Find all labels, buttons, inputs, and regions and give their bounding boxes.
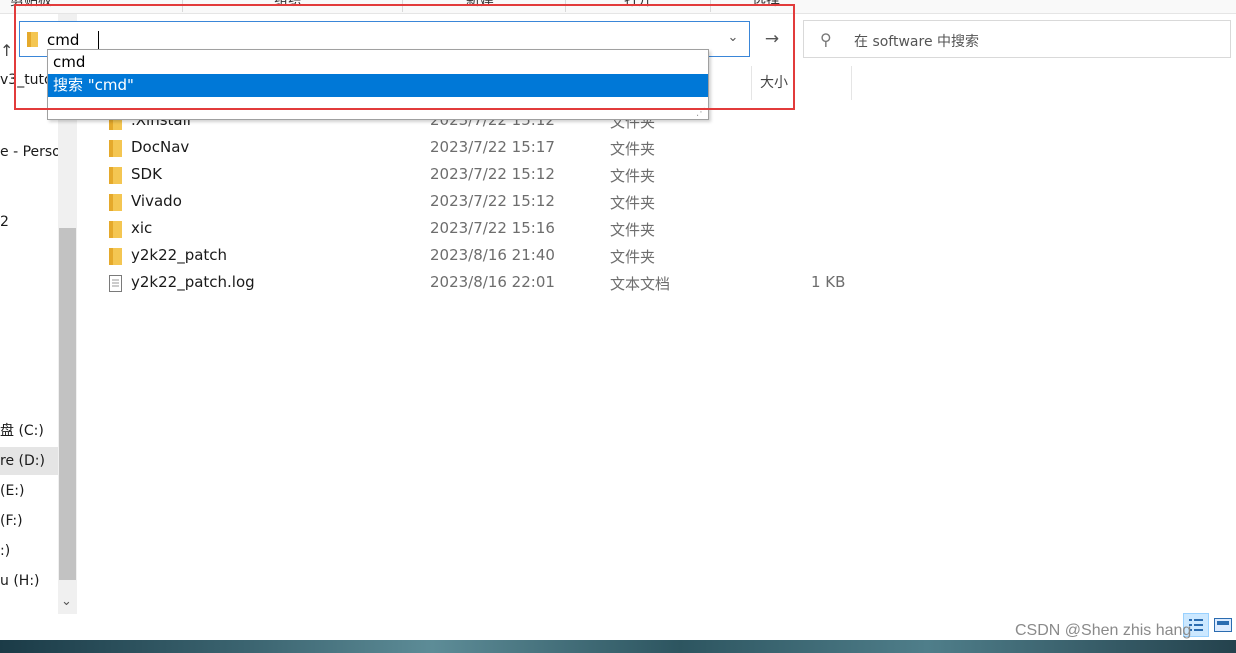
folder-icon	[109, 248, 122, 265]
ribbon-group-organize[interactable]: 组织	[274, 0, 302, 10]
text-caret	[98, 31, 99, 49]
ribbon-group-select[interactable]: 选择	[752, 0, 780, 10]
chevron-down-icon[interactable]: ⌄	[61, 594, 72, 609]
ribbon-separator	[710, 0, 711, 12]
go-button[interactable]: →	[760, 28, 784, 52]
file-type: 文件夹	[610, 140, 656, 158]
folder-icon	[109, 221, 122, 238]
search-box[interactable]: ⚲ 在 software 中搜索	[803, 20, 1231, 58]
suggestion-item-selected[interactable]: 搜索 "cmd"	[48, 74, 708, 97]
column-divider[interactable]	[751, 66, 752, 100]
ribbon-strip: 剪贴板 组织 新建 打开 选择	[0, 0, 1236, 14]
file-date: 2023/8/16 21:40	[430, 246, 555, 264]
suggestion-item[interactable]: cmd	[48, 51, 708, 74]
nav-item-drive-c[interactable]: 盘 (C:)	[0, 417, 58, 445]
file-type: 文件夹	[610, 221, 656, 239]
table-row[interactable]: y2k22_patch.log 2023/8/16 22:01 文本文档 1 K…	[100, 270, 860, 297]
nav-item-partial[interactable]: 2	[0, 208, 58, 236]
search-placeholder: 在 software 中搜索	[854, 34, 980, 50]
file-type: 文件夹	[610, 194, 656, 212]
breadcrumb-fragment[interactable]: v3_tuto	[0, 72, 53, 88]
file-date: 2023/7/22 15:12	[430, 192, 555, 210]
nav-item-onedrive[interactable]: e - Perso	[0, 138, 58, 166]
file-type: 文件夹	[610, 248, 656, 266]
large-icons-view-icon	[1214, 618, 1232, 632]
file-size: 1 KB	[811, 273, 846, 291]
watermark: CSDN @Shen zhis hang	[1015, 622, 1192, 639]
ribbon-separator	[182, 0, 183, 12]
file-date: 2023/8/16 22:01	[430, 273, 555, 291]
file-name: Vivado	[131, 192, 182, 210]
nav-item-label: (F:)	[0, 513, 23, 529]
ribbon-group-open[interactable]: 打开	[624, 0, 652, 10]
folder-icon	[109, 194, 122, 211]
file-date: 2023/7/22 15:12	[430, 165, 555, 183]
ribbon-separator	[402, 0, 403, 12]
file-type: 文本文档	[610, 275, 671, 293]
folder-icon	[109, 140, 122, 157]
nav-item-label: 盘 (C:)	[0, 423, 44, 439]
nav-item-drive-f[interactable]: (F:)	[0, 507, 58, 535]
scrollbar-thumb[interactable]	[59, 228, 76, 580]
ribbon-separator	[565, 0, 566, 12]
table-row[interactable]: Vivado 2023/7/22 15:12 文件夹	[100, 189, 860, 216]
nav-item-label: :)	[0, 543, 11, 559]
table-row[interactable]: xic 2023/7/22 15:16 文件夹	[100, 216, 860, 243]
desktop-background	[0, 640, 1236, 653]
nav-item-label: u (H:)	[0, 573, 40, 589]
nav-item-drive-g[interactable]: :)	[0, 537, 58, 565]
column-divider[interactable]	[851, 66, 852, 100]
file-type: 文件夹	[610, 167, 656, 185]
file-name: y2k22_patch.log	[131, 273, 255, 291]
folder-icon	[109, 167, 122, 184]
nav-item-label: (E:)	[0, 483, 25, 499]
file-name: y2k22_patch	[131, 246, 228, 264]
text-file-icon	[109, 275, 122, 292]
nav-item-drive-d[interactable]: re (D:)	[0, 447, 58, 475]
file-date: 2023/7/22 15:16	[430, 219, 555, 237]
ribbon-group-clipboard[interactable]: 剪贴板	[10, 0, 52, 10]
chevron-down-icon[interactable]: ⌄	[725, 30, 741, 48]
autocomplete-dropdown: cmd 搜索 "cmd" ⋰	[47, 49, 709, 120]
file-explorer-window: 剪贴板 组织 新建 打开 选择 ↑ e - Perso 2 盘 (C:) re …	[0, 0, 1236, 653]
nav-item-label: 2	[0, 214, 9, 230]
table-row[interactable]: SDK 2023/7/22 15:12 文件夹	[100, 162, 860, 189]
nav-item-label: e - Perso	[0, 144, 58, 160]
file-name: SDK	[131, 165, 162, 183]
file-name: DocNav	[131, 138, 190, 156]
nav-item-drive-h[interactable]: u (H:)	[0, 567, 58, 595]
table-row[interactable]: DocNav 2023/7/22 15:17 文件夹	[100, 135, 860, 162]
folder-icon	[27, 32, 38, 47]
nav-item-drive-e[interactable]: (E:)	[0, 477, 58, 505]
column-header-size[interactable]: 大小	[760, 72, 788, 92]
large-icons-view-button[interactable]	[1213, 616, 1233, 634]
resize-grip-icon[interactable]: ⋰	[696, 107, 706, 118]
table-row[interactable]: y2k22_patch 2023/8/16 21:40 文件夹	[100, 243, 860, 270]
nav-item-label: re (D:)	[0, 453, 45, 469]
up-arrow-icon[interactable]: ↑	[0, 41, 13, 60]
arrow-right-icon: →	[764, 29, 780, 49]
file-name: xic	[131, 219, 153, 237]
search-icon: ⚲	[820, 30, 832, 49]
file-date: 2023/7/22 15:17	[430, 138, 555, 156]
ribbon-group-new[interactable]: 新建	[466, 0, 494, 10]
